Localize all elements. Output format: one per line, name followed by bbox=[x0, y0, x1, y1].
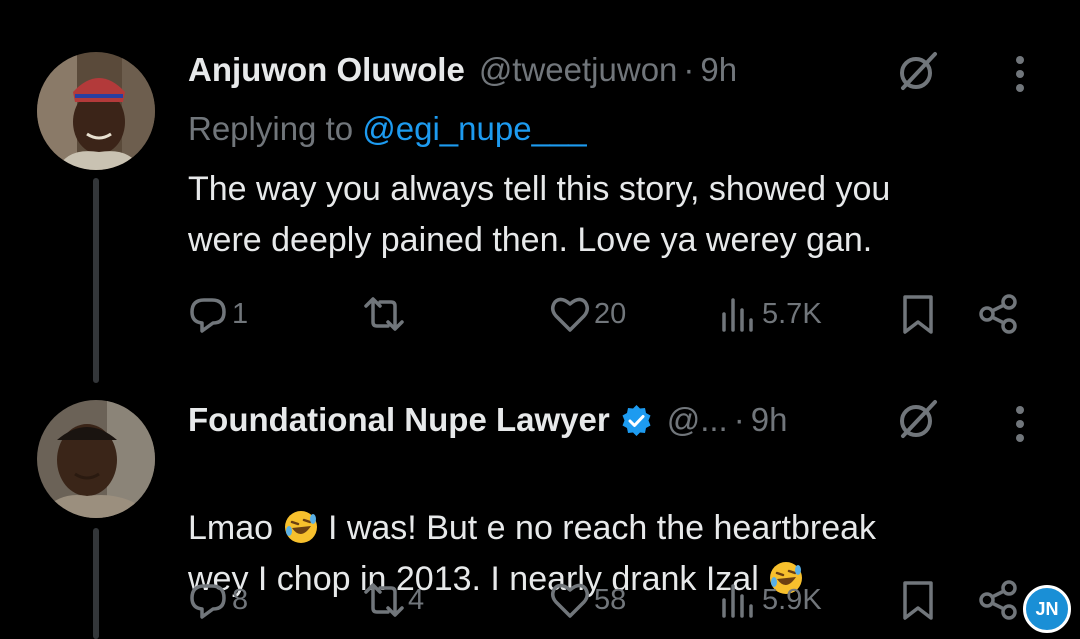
timestamp[interactable]: 9h bbox=[700, 51, 737, 89]
bookmark-button[interactable] bbox=[896, 292, 940, 336]
reply-icon bbox=[190, 584, 226, 619]
rofl-emoji bbox=[284, 511, 317, 543]
like-count: 20 bbox=[594, 297, 627, 330]
more-icon[interactable] bbox=[1013, 54, 1027, 94]
views-button[interactable]: 5.9K bbox=[716, 578, 822, 622]
reply-count: 8 bbox=[232, 583, 249, 616]
view-count: 5.9K bbox=[762, 583, 822, 616]
bookmark-button[interactable] bbox=[896, 578, 940, 622]
tweet-header: Anjuwon Oluwole @tweetjuwon · 9h bbox=[188, 48, 737, 92]
views-icon bbox=[722, 298, 753, 332]
share-button[interactable] bbox=[976, 292, 1020, 336]
author-handle[interactable]: @tweetjuwon bbox=[479, 51, 678, 89]
like-icon bbox=[551, 297, 589, 332]
author-name[interactable]: Anjuwon Oluwole bbox=[188, 51, 465, 89]
share-button[interactable] bbox=[976, 578, 1020, 622]
tweet-text-part1: Lmao bbox=[188, 509, 283, 547]
bookmark-icon bbox=[903, 581, 933, 620]
avatar-foundational-nupe-lawyer[interactable] bbox=[37, 400, 155, 518]
views-button[interactable]: 5.7K bbox=[716, 292, 822, 336]
grok-icon[interactable] bbox=[895, 396, 941, 442]
replying-to: Replying to @egi_nupe___ bbox=[188, 110, 587, 148]
avatar-anjuwon[interactable] bbox=[37, 52, 155, 170]
replying-prefix: Replying to bbox=[188, 110, 363, 147]
verified-icon bbox=[622, 404, 651, 436]
like-count: 58 bbox=[594, 583, 627, 616]
tweet-text: The way you always tell this story, show… bbox=[188, 170, 891, 259]
bookmark-icon bbox=[903, 295, 933, 334]
action-bar: 8 4 58 5.9K bbox=[0, 578, 1080, 628]
tweet-2[interactable]: Foundational Nupe Lawyer @... · 9h Lmao … bbox=[0, 380, 1080, 639]
repost-icon bbox=[364, 583, 404, 617]
reply-icon bbox=[190, 298, 226, 333]
repost-button[interactable]: 4 bbox=[362, 578, 424, 622]
author-name[interactable]: Foundational Nupe Lawyer bbox=[188, 401, 610, 439]
tweet-1[interactable]: Anjuwon Oluwole @tweetjuwon · 9h Replyin… bbox=[0, 0, 1080, 383]
share-icon bbox=[979, 294, 1017, 334]
thread-line bbox=[93, 178, 99, 383]
tweet-header: Foundational Nupe Lawyer @... · 9h bbox=[188, 398, 787, 442]
reply-button[interactable]: 8 bbox=[186, 578, 248, 622]
repost-button[interactable] bbox=[362, 292, 408, 336]
repost-count: 4 bbox=[408, 583, 425, 616]
repost-icon bbox=[364, 297, 404, 331]
watermark-logo: JN bbox=[1023, 585, 1071, 633]
reply-button[interactable]: 1 bbox=[186, 292, 248, 336]
action-bar: 1 20 5.7K bbox=[0, 292, 1080, 342]
replying-mention-link[interactable]: @egi_nupe___ bbox=[362, 110, 586, 147]
more-icon[interactable] bbox=[1013, 404, 1027, 444]
author-handle[interactable]: @... bbox=[667, 401, 728, 439]
reply-count: 1 bbox=[232, 297, 249, 330]
view-count: 5.7K bbox=[762, 297, 822, 330]
grok-icon[interactable] bbox=[895, 48, 941, 94]
like-icon bbox=[551, 583, 589, 618]
like-button[interactable]: 58 bbox=[548, 578, 626, 622]
like-button[interactable]: 20 bbox=[548, 292, 626, 336]
timestamp[interactable]: 9h bbox=[751, 401, 788, 439]
separator-dot: · bbox=[733, 401, 745, 438]
separator-dot: · bbox=[683, 51, 695, 88]
share-icon bbox=[979, 580, 1017, 620]
views-icon bbox=[722, 584, 753, 618]
